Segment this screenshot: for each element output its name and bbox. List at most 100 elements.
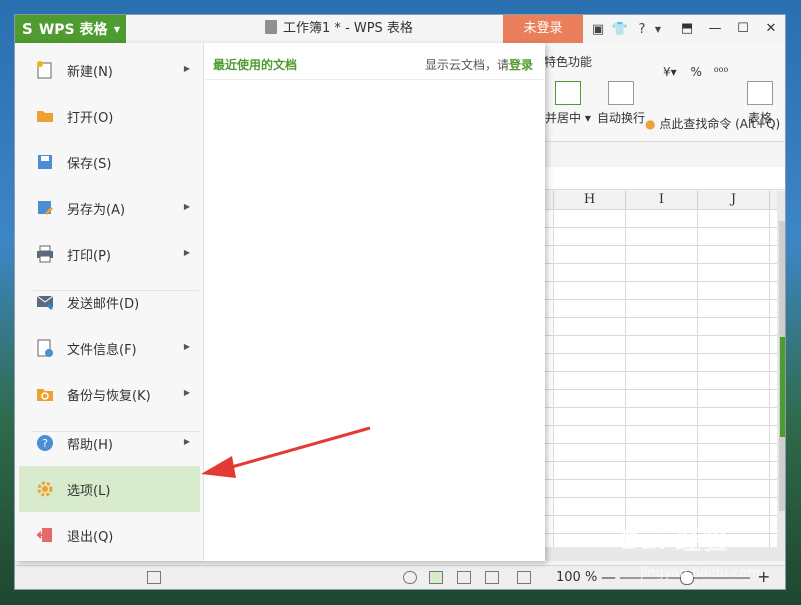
- merge-center-button[interactable]: 并居中 ▾: [545, 81, 591, 126]
- recent-divider: [205, 79, 543, 80]
- menu-item-label: 帮助(H): [67, 437, 113, 453]
- document-title-text: 工作簿1 * - WPS 表格: [283, 21, 413, 36]
- column-headers: H I J: [545, 191, 777, 210]
- currency-icon[interactable]: ¥▾: [663, 65, 677, 79]
- merge-center-label: 并居中: [545, 111, 582, 125]
- menu-item-open[interactable]: 打开(O): [19, 93, 200, 139]
- recent-documents-title: 最近使用的文档: [213, 58, 298, 72]
- chevron-right-icon: ▶: [183, 248, 190, 257]
- save-icon: [38, 155, 52, 169]
- file-info-icon: [37, 339, 53, 357]
- history-icon[interactable]: [403, 571, 417, 584]
- cloud-login-link[interactable]: 登录: [509, 58, 533, 72]
- menu-item-label: 新建(N): [67, 64, 113, 80]
- zoom-out-button[interactable]: —: [601, 568, 616, 586]
- help-circle-icon: ?: [37, 435, 53, 451]
- number-format-group: ¥▾ % ⁰⁰⁰: [663, 65, 728, 79]
- restore-ribbon-icon[interactable]: ⬒: [673, 15, 701, 43]
- file-menu-list: 新建(N) ▶ 打开(O) 保存(S) 另存为(A) ▶ 打印(P) ▶ 发送邮…: [15, 43, 204, 561]
- menu-item-label: 保存(S): [67, 156, 112, 172]
- watermark-logo: Bai 经验: [620, 526, 728, 556]
- folder-icon: [37, 111, 53, 122]
- page-break-icon[interactable]: [485, 571, 499, 584]
- comma-icon[interactable]: ⁰⁰⁰: [714, 65, 728, 79]
- command-search-label: 点此查找命令 (Alt+Q): [659, 117, 781, 131]
- svg-text:?: ?: [42, 437, 48, 450]
- minimize-icon[interactable]: —: [701, 15, 729, 43]
- chevron-right-icon: ▶: [183, 342, 190, 351]
- app-name: WPS 表格: [38, 22, 108, 38]
- cell-grid[interactable]: [545, 209, 777, 547]
- wrap-text-label: 自动换行: [597, 111, 646, 125]
- merge-icon: [554, 81, 581, 105]
- reading-mode-icon[interactable]: [517, 571, 531, 584]
- chevron-right-icon: ▶: [183, 64, 190, 73]
- menu-item-label: 打印(P): [67, 248, 111, 264]
- table-icon: [747, 81, 773, 105]
- column-header-h[interactable]: H: [554, 191, 626, 209]
- menu-item-label: 文件信息(F): [67, 342, 137, 358]
- zoom-level[interactable]: 100 %: [556, 570, 597, 585]
- menu-item-help[interactable]: ? 帮助(H) ▶: [19, 420, 200, 466]
- login-button[interactable]: 未登录: [503, 15, 583, 43]
- new-document-icon: [37, 61, 52, 79]
- shirt-icon[interactable]: 👕: [609, 22, 631, 37]
- menu-item-save[interactable]: 保存(S): [19, 139, 200, 185]
- column-header-spacer: [545, 191, 554, 209]
- menu-item-print[interactable]: 打印(P) ▶: [19, 231, 200, 277]
- printer-icon: [37, 245, 53, 263]
- chevron-right-icon: ▶: [183, 388, 190, 397]
- wps-logo-icon: S: [22, 20, 33, 38]
- menu-item-send-email[interactable]: 发送邮件(D): [19, 279, 200, 325]
- document-icon: [265, 20, 277, 34]
- help-icon[interactable]: ?: [631, 22, 653, 37]
- menu-item-label: 选项(L): [67, 483, 111, 499]
- tab-special-features[interactable]: 特色功能: [544, 53, 592, 70]
- close-icon[interactable]: ✕: [757, 15, 785, 43]
- gear-icon: [37, 481, 53, 497]
- chevron-down-icon[interactable]: ▼: [653, 25, 663, 34]
- sheet-icon[interactable]: [147, 571, 161, 584]
- menu-item-file-info[interactable]: 文件信息(F) ▶: [19, 325, 200, 371]
- chevron-right-icon: ▶: [183, 437, 190, 446]
- menu-item-label: 备份与恢复(K): [67, 388, 151, 404]
- wrap-text-button[interactable]: 自动换行: [597, 81, 645, 126]
- mail-icon: [36, 295, 54, 311]
- menu-item-label: 退出(Q): [67, 529, 114, 545]
- column-header-i[interactable]: I: [626, 191, 698, 209]
- app-menu-button[interactable]: S WPS 表格 ▼: [15, 15, 126, 43]
- lightbulb-icon: ●: [645, 117, 656, 131]
- menu-item-exit[interactable]: 退出(Q): [19, 512, 200, 558]
- menu-item-backup-restore[interactable]: 备份与恢复(K) ▶: [19, 371, 200, 417]
- wps-window: S WPS 表格 ▼ 工作簿1 * - WPS 表格 未登录 ▣ 👕 ? ▼ ⬒…: [14, 14, 786, 590]
- title-bar: S WPS 表格 ▼ 工作簿1 * - WPS 表格 未登录 ▣ 👕 ? ▼ ⬒…: [15, 15, 785, 43]
- side-panel-toggle[interactable]: [780, 337, 785, 437]
- menu-item-label: 打开(O): [67, 110, 114, 126]
- maximize-icon[interactable]: ☐: [729, 15, 757, 43]
- file-menu: 新建(N) ▶ 打开(O) 保存(S) 另存为(A) ▶ 打印(P) ▶ 发送邮…: [15, 43, 545, 561]
- wrap-text-icon: [608, 81, 634, 105]
- menu-item-options[interactable]: 选项(L): [19, 466, 200, 512]
- cloud-docs-prompt: 显示云文档，请登录: [425, 56, 533, 73]
- window-controls: ⬒ — ☐ ✕: [673, 15, 785, 43]
- menu-item-label: 发送邮件(D): [67, 296, 140, 312]
- titlebar-tools: ▣ 👕 ? ▼: [587, 15, 663, 43]
- save-as-icon: [38, 201, 53, 215]
- page-layout-icon[interactable]: [457, 571, 471, 584]
- menu-item-save-as[interactable]: 另存为(A) ▶: [19, 185, 200, 231]
- percent-button[interactable]: %: [691, 65, 702, 79]
- command-search[interactable]: ● 点此查找命令 (Alt+Q): [645, 115, 780, 132]
- worksheet[interactable]: H I J: [545, 191, 777, 547]
- column-header-j[interactable]: J: [698, 191, 770, 209]
- chevron-down-icon: ▼: [113, 24, 120, 34]
- watermark-url: jingyan.baidu.com: [640, 566, 760, 581]
- menu-item-new[interactable]: 新建(N) ▶: [19, 47, 200, 93]
- menu-item-label: 另存为(A): [67, 202, 126, 218]
- document-title: 工作簿1 * - WPS 表格: [265, 15, 413, 43]
- chevron-right-icon: ▶: [183, 202, 190, 211]
- backup-icon: [37, 389, 53, 401]
- normal-view-icon[interactable]: [429, 571, 443, 584]
- exit-icon: [36, 528, 52, 542]
- cloud-docs-text: 显示云文档，请: [425, 58, 510, 72]
- skin-icon[interactable]: ▣: [587, 22, 609, 37]
